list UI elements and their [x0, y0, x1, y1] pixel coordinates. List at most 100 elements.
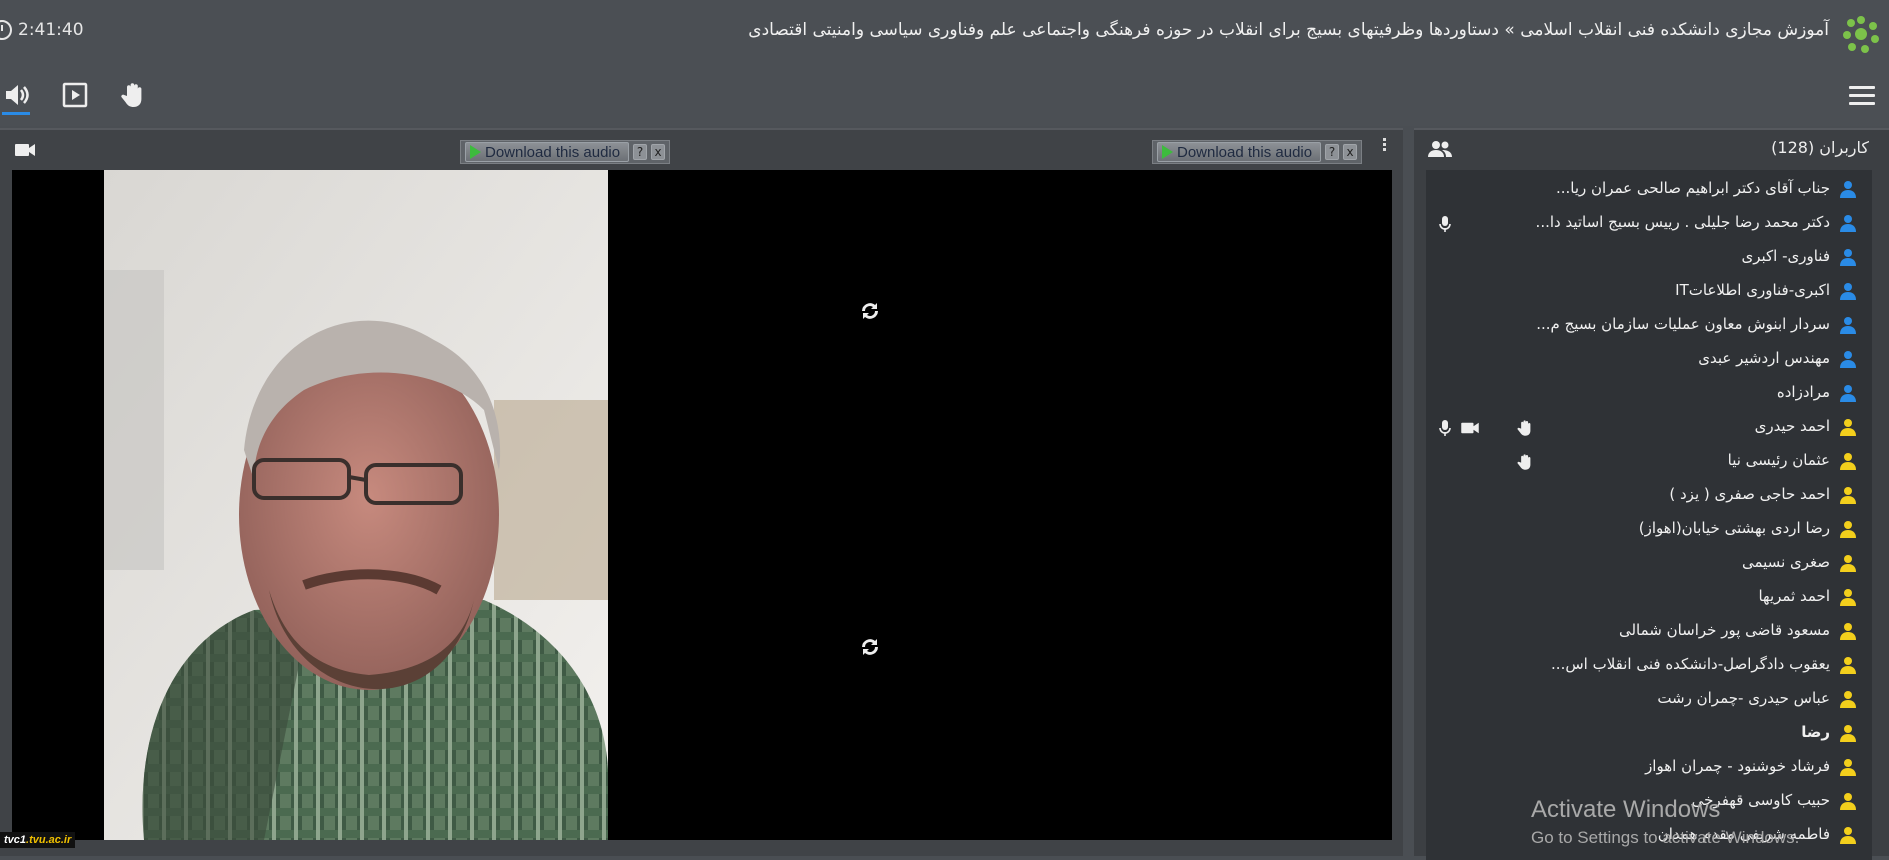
close-button[interactable]: x	[1343, 144, 1358, 160]
raised-hand-icon	[1517, 420, 1531, 436]
user-name: جناب آقای دکتر ابراهیم صالحی عمران ریا..…	[1555, 179, 1830, 197]
webcam-video-feed	[104, 170, 608, 840]
user-person-icon	[1840, 725, 1856, 742]
user-person-icon	[1840, 759, 1856, 776]
audio-download-bar: Download this audio ? x	[1152, 140, 1363, 164]
user-person-icon	[1840, 623, 1856, 640]
user-name: رضا	[1801, 723, 1830, 741]
user-microphone-icon[interactable]	[1438, 419, 1452, 437]
user-list-item[interactable]: احمد حاجی صفری ( یزد )	[1426, 478, 1872, 512]
user-list-item[interactable]: اکبری-فناوری اطلاعاتIT	[1426, 274, 1872, 308]
toolbar	[0, 64, 1889, 126]
user-list-item[interactable]: جناب آقای دکتر ابراهیم صالحی عمران ریا..…	[1426, 172, 1872, 206]
user-person-icon	[1840, 419, 1856, 436]
user-list-item[interactable]: مرادزاده	[1426, 376, 1872, 410]
download-audio-button[interactable]: Download this audio	[465, 142, 630, 162]
raise-hand-icon	[121, 83, 142, 107]
user-name: سردار ابنوش معاون عملیات سازمان بسیج م..…	[1536, 315, 1830, 333]
user-list-item[interactable]: عثمان رئیسی نیا	[1426, 444, 1872, 478]
user-name: عثمان رئیسی نیا	[1727, 451, 1830, 469]
user-list-item[interactable]: احمد ثمریها	[1426, 580, 1872, 614]
user-name: مسعود قاضی پور خراسان شمالی	[1618, 621, 1830, 639]
user-name: احمد حیدری	[1754, 417, 1830, 435]
user-person-icon	[1840, 657, 1856, 674]
user-person-icon	[1840, 351, 1856, 368]
user-name: فناوری- اکبری	[1741, 247, 1830, 265]
user-name: اکبری-فناوری اطلاعاتIT	[1675, 281, 1830, 299]
user-list-item[interactable]: رضا	[1426, 716, 1872, 750]
activate-windows-subtitle: Go to Settings to activate Windows.	[1531, 828, 1800, 847]
user-person-icon	[1840, 181, 1856, 198]
user-person-icon	[1840, 283, 1856, 300]
user-list-item[interactable]: سردار ابنوش معاون عملیات سازمان بسیج م..…	[1426, 308, 1872, 342]
user-microphone-icon[interactable]	[1438, 215, 1452, 233]
user-list-item[interactable]: احمد حیدری	[1426, 410, 1872, 444]
user-list-item[interactable]: صغری نسیمی	[1426, 546, 1872, 580]
video-panel: Download this audio ? x Download this au…	[0, 128, 1403, 856]
download-audio-button[interactable]: Download this audio	[1157, 142, 1322, 162]
user-name: صغری نسیمی	[1741, 553, 1830, 571]
refresh-icon[interactable]	[857, 634, 883, 660]
user-person-icon	[1840, 317, 1856, 334]
app-logo-icon	[1843, 16, 1879, 53]
page-title: آموزش مجازی دانشکده فنی انقلاب اسلامی » …	[748, 20, 1829, 40]
user-list-item[interactable]: رضا اردی بهشتی خیابان(اهواز)	[1426, 512, 1872, 546]
play-icon	[470, 145, 481, 159]
session-time: 2:41:40	[18, 20, 84, 40]
audio-download-bar: Download this audio ? x	[460, 140, 671, 164]
clock-icon	[0, 20, 12, 40]
user-name: مهندس اردشیر عبدی	[1698, 349, 1830, 367]
users-group-icon[interactable]	[1428, 140, 1452, 158]
help-button[interactable]: ?	[1325, 144, 1340, 160]
screen-share-button[interactable]	[58, 78, 92, 112]
users-panel-header: کاربران (128)	[1414, 130, 1889, 168]
user-person-icon	[1840, 793, 1856, 810]
user-person-icon	[1840, 249, 1856, 266]
user-list-item[interactable]: فرشاد خوشنود - چمران اهواز	[1426, 750, 1872, 784]
presenter-video-image	[104, 170, 608, 840]
download-audio-label: Download this audio	[1177, 143, 1313, 161]
user-list-item[interactable]: مهندس اردشیر عبدی	[1426, 342, 1872, 376]
users-count-title: کاربران (128)	[1771, 138, 1869, 157]
user-person-icon	[1840, 691, 1856, 708]
activate-windows-title: Activate Windows	[1531, 796, 1721, 823]
user-name: مرادزاده	[1776, 383, 1830, 401]
download-audio-label: Download this audio	[485, 143, 621, 161]
user-name: دکتر محمد رضا جلیلی . رییس بسیج اساتید د…	[1535, 213, 1830, 231]
video-camera-icon[interactable]	[14, 142, 36, 158]
user-list-item[interactable]: فناوری- اکبری	[1426, 240, 1872, 274]
panel-options-icon[interactable]	[1383, 138, 1386, 152]
windows-activation-watermark: Activate Windows Go to Settings to activ…	[1531, 796, 1799, 848]
close-button[interactable]: x	[651, 144, 666, 160]
raise-hand-button[interactable]	[116, 78, 150, 112]
screen-share-icon	[62, 82, 88, 108]
video-area	[12, 170, 1392, 840]
watermark-logo: tvc1.tvu.ac.ir	[0, 832, 76, 848]
user-person-icon	[1840, 385, 1856, 402]
user-person-icon	[1840, 521, 1856, 538]
user-name: احمد حاجی صفری ( یزد )	[1669, 485, 1830, 503]
user-name: فرشاد خوشنود - چمران اهواز	[1645, 757, 1830, 775]
user-person-icon	[1840, 453, 1856, 470]
title-bar: 2:41:40 آموزش مجازی دانشکده فنی انقلاب ا…	[0, 0, 1889, 65]
active-tab-indicator	[2, 112, 30, 115]
user-list-item[interactable]: مسعود قاضی پور خراسان شمالی	[1426, 614, 1872, 648]
user-list-item[interactable]: یعقوب دادگراصل-دانشکده فنی انقلاب اس...	[1426, 648, 1872, 682]
speaker-button[interactable]	[0, 78, 34, 112]
help-button[interactable]: ?	[633, 144, 648, 160]
user-person-icon	[1840, 215, 1856, 232]
user-person-icon	[1840, 555, 1856, 572]
raised-hand-icon	[1517, 454, 1531, 470]
session-timer: 2:41:40	[0, 20, 84, 40]
play-icon	[1162, 145, 1173, 159]
hamburger-menu-button[interactable]	[1849, 86, 1875, 106]
refresh-icon[interactable]	[857, 298, 883, 324]
user-person-icon	[1840, 589, 1856, 606]
user-list-item[interactable]: عباس حیدری -چمران رشت	[1426, 682, 1872, 716]
user-name: رضا اردی بهشتی خیابان(اهواز)	[1638, 519, 1830, 537]
user-camera-icon[interactable]	[1460, 421, 1480, 435]
user-name: احمد ثمریها	[1758, 587, 1830, 605]
user-name: یعقوب دادگراصل-دانشکده فنی انقلاب اس...	[1551, 655, 1830, 673]
user-person-icon	[1840, 827, 1856, 844]
user-list-item[interactable]: دکتر محمد رضا جلیلی . رییس بسیج اساتید د…	[1426, 206, 1872, 240]
